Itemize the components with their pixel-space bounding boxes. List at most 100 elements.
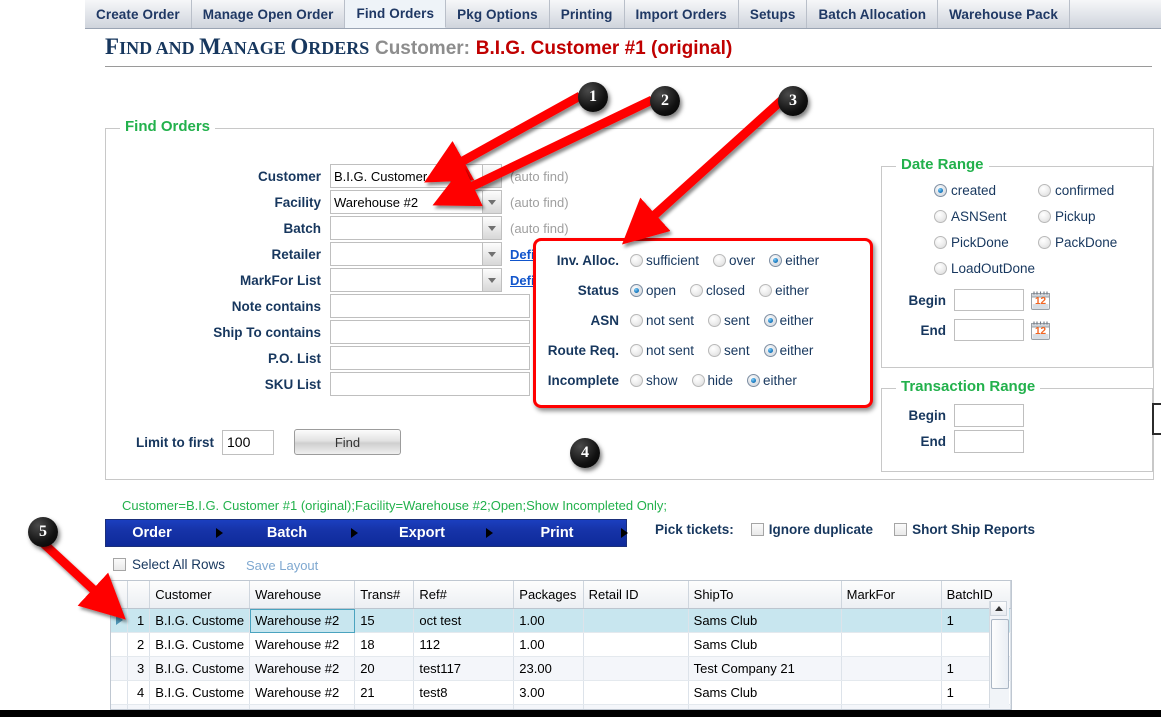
checkbox-box[interactable]	[894, 523, 908, 536]
cell-warehouse[interactable]: Warehouse #2	[249, 632, 356, 657]
field-input-note-contains[interactable]	[330, 294, 530, 318]
cell-packages[interactable]: 3.00	[513, 680, 584, 705]
trans-end-input[interactable]	[954, 429, 1024, 453]
radio-option-sent[interactable]: sent	[705, 343, 750, 358]
action-menu-order[interactable]: Order	[106, 525, 241, 541]
radio-option-hide[interactable]: hide	[689, 373, 733, 388]
radio-option-not-sent[interactable]: not sent	[627, 313, 694, 328]
cell-shipto[interactable]: Test Company 21	[688, 656, 842, 681]
cell-trans-[interactable]: 15	[354, 608, 415, 633]
date-radio-created[interactable]: created	[930, 183, 1034, 198]
column-header-warehouse[interactable]: Warehouse	[249, 581, 356, 609]
nav-tab-warehouse-pack[interactable]: Warehouse Pack	[938, 0, 1071, 28]
calendar-icon[interactable]: 12	[1030, 290, 1051, 311]
action-menu-batch[interactable]: Batch	[241, 525, 376, 541]
cell-warehouse[interactable]: Warehouse #2	[249, 656, 356, 681]
cell-retail-id[interactable]	[583, 656, 689, 681]
chevron-down-icon[interactable]	[483, 190, 502, 214]
table-row[interactable]: 4 B.I.G. Custome Warehouse #2 21 test8 3.00 Sa…	[111, 680, 1011, 705]
column-header-retail-id[interactable]: Retail ID	[583, 581, 689, 609]
cell-ref-[interactable]: oct test	[413, 608, 515, 633]
radio-button-icon[interactable]	[759, 283, 773, 297]
select-all-rows-checkbox[interactable]: Select All Rows	[107, 557, 225, 572]
field-input-sku-list[interactable]	[330, 372, 530, 396]
nav-tab-printing[interactable]: Printing	[549, 0, 625, 28]
field-input-customer[interactable]	[330, 164, 483, 188]
checkbox-box[interactable]	[750, 523, 764, 536]
action-menu-export[interactable]: Export	[376, 525, 511, 541]
cell-ref-[interactable]: test8	[413, 680, 515, 705]
trans-begin-input[interactable]	[954, 403, 1024, 427]
cell-packages[interactable]: 1.00	[513, 608, 584, 633]
radio-option-over[interactable]: over	[710, 253, 755, 268]
radio-button-icon[interactable]	[934, 183, 947, 197]
radio-button-icon[interactable]	[630, 253, 643, 267]
date-radio-loadoutdone[interactable]: LoadOutDone	[930, 261, 1035, 276]
cell-retail-id[interactable]	[583, 608, 689, 633]
radio-button-icon[interactable]	[1038, 209, 1051, 223]
radio-option-either[interactable]: either	[766, 253, 819, 268]
radio-button-icon[interactable]	[934, 209, 947, 223]
cell-trans-[interactable]: 20	[354, 656, 415, 681]
chevron-down-icon[interactable]	[483, 164, 502, 188]
cell-markfor[interactable]	[841, 632, 942, 657]
short-ship-reports-checkbox[interactable]: Short Ship Reports	[889, 522, 1035, 537]
cell-packages[interactable]: 23.00	[513, 656, 584, 681]
table-row[interactable]: 1 B.I.G. Custome Warehouse #2 15 oct test 1.0…	[111, 608, 1011, 633]
date-begin-input[interactable]	[954, 289, 1024, 311]
nav-tab-pkg-options[interactable]: Pkg Options	[446, 0, 550, 28]
field-input-facility[interactable]	[330, 190, 483, 214]
date-radio-pickup[interactable]: Pickup	[1034, 209, 1138, 224]
grid-vertical-scrollbar[interactable]	[989, 601, 1009, 708]
column-header-ref-[interactable]: Ref#	[413, 581, 515, 609]
cell-markfor[interactable]	[841, 656, 942, 681]
cell-markfor[interactable]	[841, 608, 942, 633]
radio-button-icon[interactable]	[747, 373, 761, 387]
cell-customer[interactable]: B.I.G. Custome	[149, 680, 251, 705]
find-button[interactable]: Find	[294, 429, 401, 455]
table-row[interactable]: 2 B.I.G. Custome Warehouse #2 18 112 1.00 Sams…	[111, 632, 1011, 657]
cell-packages[interactable]: 1.00	[513, 632, 584, 657]
nav-tab-manage-open-order[interactable]: Manage Open Order	[191, 0, 346, 28]
column-header-packages[interactable]: Packages	[513, 581, 584, 609]
radio-option-either[interactable]: either	[744, 373, 797, 388]
limit-input[interactable]	[222, 429, 274, 455]
radio-option-either[interactable]: either	[761, 313, 813, 328]
radio-option-open[interactable]: open	[627, 283, 676, 298]
radio-option-closed[interactable]: closed	[687, 283, 745, 298]
radio-option-sufficient[interactable]: sufficient	[627, 253, 699, 268]
date-radio-pickdone[interactable]: PickDone	[930, 235, 1034, 250]
radio-button-icon[interactable]	[1038, 183, 1051, 197]
radio-button-icon[interactable]	[934, 261, 947, 275]
cell-customer[interactable]: B.I.G. Custome	[149, 656, 251, 681]
radio-option-show[interactable]: show	[627, 373, 678, 388]
field-input-markfor-list[interactable]	[330, 268, 483, 292]
radio-button-icon[interactable]	[630, 283, 643, 297]
nav-tab-create-order[interactable]: Create Order	[85, 0, 192, 28]
radio-button-icon[interactable]	[1038, 235, 1051, 249]
cell-shipto[interactable]: Sams Club	[688, 632, 842, 657]
scrollbar-thumb[interactable]	[991, 619, 1009, 689]
cell-ref-[interactable]: 112	[413, 632, 515, 657]
nav-tab-find-orders[interactable]: Find Orders	[345, 0, 447, 28]
radio-button-icon[interactable]	[934, 235, 947, 249]
cell-trans-[interactable]: 18	[354, 632, 415, 657]
date-radio-asnsent[interactable]: ASNSent	[930, 209, 1034, 224]
radio-button-icon[interactable]	[690, 283, 704, 297]
date-radio-packdone[interactable]: PackDone	[1034, 235, 1138, 250]
calendar-icon[interactable]: 12	[1030, 320, 1051, 341]
cell-warehouse[interactable]: Warehouse #2	[249, 608, 356, 633]
column-header-markfor[interactable]: MarkFor	[841, 581, 942, 609]
radio-option-sent[interactable]: sent	[705, 313, 750, 328]
chevron-down-icon[interactable]	[483, 216, 502, 240]
radio-button-icon[interactable]	[708, 343, 722, 357]
radio-button-icon[interactable]	[769, 253, 783, 267]
field-input-retailer[interactable]	[330, 242, 483, 266]
chevron-down-icon[interactable]	[483, 268, 502, 292]
column-header-shipto[interactable]: ShipTo	[688, 581, 842, 609]
cell-retail-id[interactable]	[583, 632, 689, 657]
radio-option-either[interactable]: either	[761, 343, 813, 358]
radio-button-icon[interactable]	[630, 313, 643, 327]
nav-tab-batch-allocation[interactable]: Batch Allocation	[807, 0, 939, 28]
radio-button-icon[interactable]	[630, 373, 643, 387]
